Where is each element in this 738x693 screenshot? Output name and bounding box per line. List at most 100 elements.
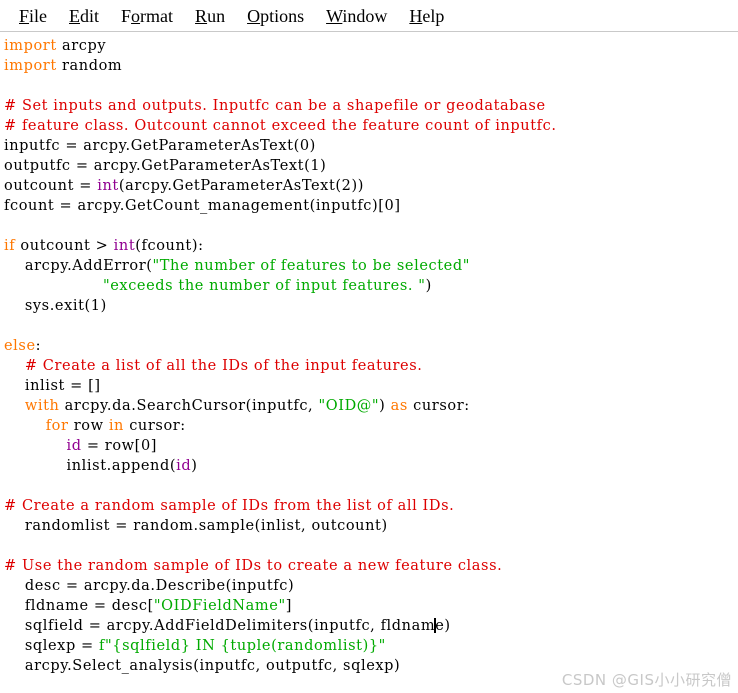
code-token-kw: in bbox=[108, 418, 124, 434]
code-token-n: = row[0] bbox=[81, 438, 158, 454]
menu-label-rest: elp bbox=[422, 5, 445, 26]
menu-label-rest: ptions bbox=[260, 5, 305, 26]
code-token-n: ) bbox=[379, 398, 391, 414]
menu-item-format[interactable]: Format bbox=[110, 4, 184, 28]
code-line: fcount = arcpy.GetCount_management(input… bbox=[4, 196, 738, 216]
code-line: id = row[0] bbox=[4, 436, 738, 456]
menu-accelerator: O bbox=[247, 5, 261, 26]
code-token-n: fcount = arcpy.GetCount_management(input… bbox=[4, 198, 401, 214]
code-token-n: randomlist = random.sample(inlist, outco… bbox=[4, 518, 388, 534]
code-line: desc = arcpy.da.Describe(inputfc) bbox=[4, 576, 738, 596]
code-token-bi: int bbox=[97, 178, 119, 194]
code-token-cmt: # Create a random sample of IDs from the… bbox=[4, 498, 455, 514]
code-token-str: "OIDFieldName" bbox=[153, 598, 286, 614]
code-token-n: inputfc = arcpy.GetParameterAsText(0) bbox=[4, 138, 316, 154]
code-token-kw: import bbox=[4, 38, 57, 54]
code-token-n: row bbox=[68, 418, 109, 434]
menu-item-edit[interactable]: Edit bbox=[58, 4, 110, 28]
code-token-n: ) bbox=[191, 458, 198, 474]
code-token-cmt: # feature class. Outcount cannot exceed … bbox=[4, 118, 557, 134]
code-line: else: bbox=[4, 336, 738, 356]
code-token-n: sys.exit(1) bbox=[4, 298, 107, 314]
menu-item-help[interactable]: Help bbox=[398, 4, 455, 28]
menu-label-rest: ile bbox=[29, 5, 48, 26]
menu-bar: File Edit Format Run Options Window Help bbox=[0, 0, 738, 32]
code-token-n: cursor: bbox=[124, 418, 186, 434]
menu-accelerator: F bbox=[19, 5, 30, 26]
code-token-n bbox=[4, 278, 103, 294]
code-line: "exceeds the number of input features. "… bbox=[4, 276, 738, 296]
code-token-cmt: # Set inputs and outputs. Inputfc can be… bbox=[4, 98, 546, 114]
menu-label-rest: indow bbox=[342, 5, 388, 26]
code-line: # Create a random sample of IDs from the… bbox=[4, 496, 738, 516]
code-token-n bbox=[4, 358, 25, 374]
code-line: import arcpy bbox=[4, 36, 738, 56]
menu-accelerator: o bbox=[131, 5, 141, 26]
code-token-n bbox=[4, 398, 25, 414]
code-text[interactable]: import arcpy import random # Set inputs a… bbox=[4, 36, 738, 676]
menu-item-window[interactable]: Window bbox=[315, 4, 398, 28]
code-token-kw: for bbox=[45, 418, 69, 434]
code-line: randomlist = random.sample(inlist, outco… bbox=[4, 516, 738, 536]
code-token-n: sqlexp = bbox=[4, 638, 100, 654]
menu-item-options[interactable]: Options bbox=[236, 4, 315, 28]
code-token-n: arcpy.da.SearchCursor(inputfc, bbox=[59, 398, 319, 414]
code-line: inlist = [] bbox=[4, 376, 738, 396]
code-line: # Set inputs and outputs. Inputfc can be… bbox=[4, 96, 738, 116]
code-line: for row in cursor: bbox=[4, 416, 738, 436]
code-token-n: cursor: bbox=[407, 398, 470, 414]
menu-accelerator: H bbox=[409, 5, 423, 26]
menu-accelerator: R bbox=[195, 5, 208, 26]
menu-item-run[interactable]: Run bbox=[184, 4, 236, 28]
code-token-n: arcpy.Select_analysis(inputfc, outputfc,… bbox=[4, 658, 401, 674]
code-line: with arcpy.da.SearchCursor(inputfc, "OID… bbox=[4, 396, 738, 416]
code-line: if outcount > int(fcount): bbox=[4, 236, 738, 256]
code-line: sys.exit(1) bbox=[4, 296, 738, 316]
watermark-text: CSDN @GIS小小研究僧 bbox=[561, 671, 732, 689]
code-token-kw: as bbox=[390, 398, 408, 414]
code-token-str: "exceeds the number of input features. " bbox=[102, 278, 426, 294]
code-token-bi: id bbox=[66, 438, 82, 454]
code-token-cmt: # Use the random sample of IDs to create… bbox=[4, 558, 503, 574]
code-token-n: (fcount): bbox=[135, 238, 204, 254]
code-line: arcpy.AddError("The number of features t… bbox=[4, 256, 738, 276]
code-token-n: e) bbox=[435, 618, 451, 634]
code-token-bi: int bbox=[113, 238, 136, 254]
code-token-kw: with bbox=[24, 398, 60, 414]
code-token-str: f"{sqlfield} IN {tuple(randomlist)}" bbox=[99, 638, 386, 654]
code-line: outputfc = arcpy.GetParameterAsText(1) bbox=[4, 156, 738, 176]
code-token-n: arcpy.AddError( bbox=[4, 258, 153, 274]
menu-label-rest: dit bbox=[80, 5, 100, 26]
code-editor-area[interactable]: import arcpy import random # Set inputs a… bbox=[0, 32, 738, 691]
menu-accelerator: W bbox=[326, 5, 343, 26]
code-token-n: outputfc = arcpy.GetParameterAsText(1) bbox=[4, 158, 327, 174]
menu-item-file[interactable]: File bbox=[8, 4, 58, 28]
code-line: # Create a list of all the IDs of the in… bbox=[4, 356, 738, 376]
code-line: inputfc = arcpy.GetParameterAsText(0) bbox=[4, 136, 738, 156]
menu-label-rest: un bbox=[207, 5, 226, 26]
code-token-n: fldname = desc[ bbox=[4, 598, 154, 614]
menu-label-prefix: F bbox=[121, 5, 132, 26]
code-line: inlist.append(id) bbox=[4, 456, 738, 476]
code-token-n: ) bbox=[425, 278, 432, 294]
code-line: outcount = int(arcpy.GetParameterAsText(… bbox=[4, 176, 738, 196]
code-line: sqlfield = arcpy.AddFieldDelimiters(inpu… bbox=[4, 616, 738, 636]
code-token-n: sqlfield = arcpy.AddFieldDelimiters(inpu… bbox=[4, 618, 436, 634]
code-token-n: inlist = [] bbox=[4, 378, 101, 394]
code-line: # Use the random sample of IDs to create… bbox=[4, 556, 738, 576]
code-token-n bbox=[4, 418, 46, 434]
code-token-n: inlist.append( bbox=[4, 458, 177, 474]
code-line: import random bbox=[4, 56, 738, 76]
code-token-cmt: # Create a list of all the IDs of the in… bbox=[24, 358, 423, 374]
code-token-n: desc = arcpy.da.Describe(inputfc) bbox=[4, 578, 295, 594]
code-token-str: "The number of features to be selected" bbox=[152, 258, 470, 274]
code-line: # feature class. Outcount cannot exceed … bbox=[4, 116, 738, 136]
code-token-kw: import bbox=[4, 58, 57, 74]
code-token-n: outcount > bbox=[15, 238, 114, 254]
code-token-n: (arcpy.GetParameterAsText(2)) bbox=[118, 178, 364, 194]
